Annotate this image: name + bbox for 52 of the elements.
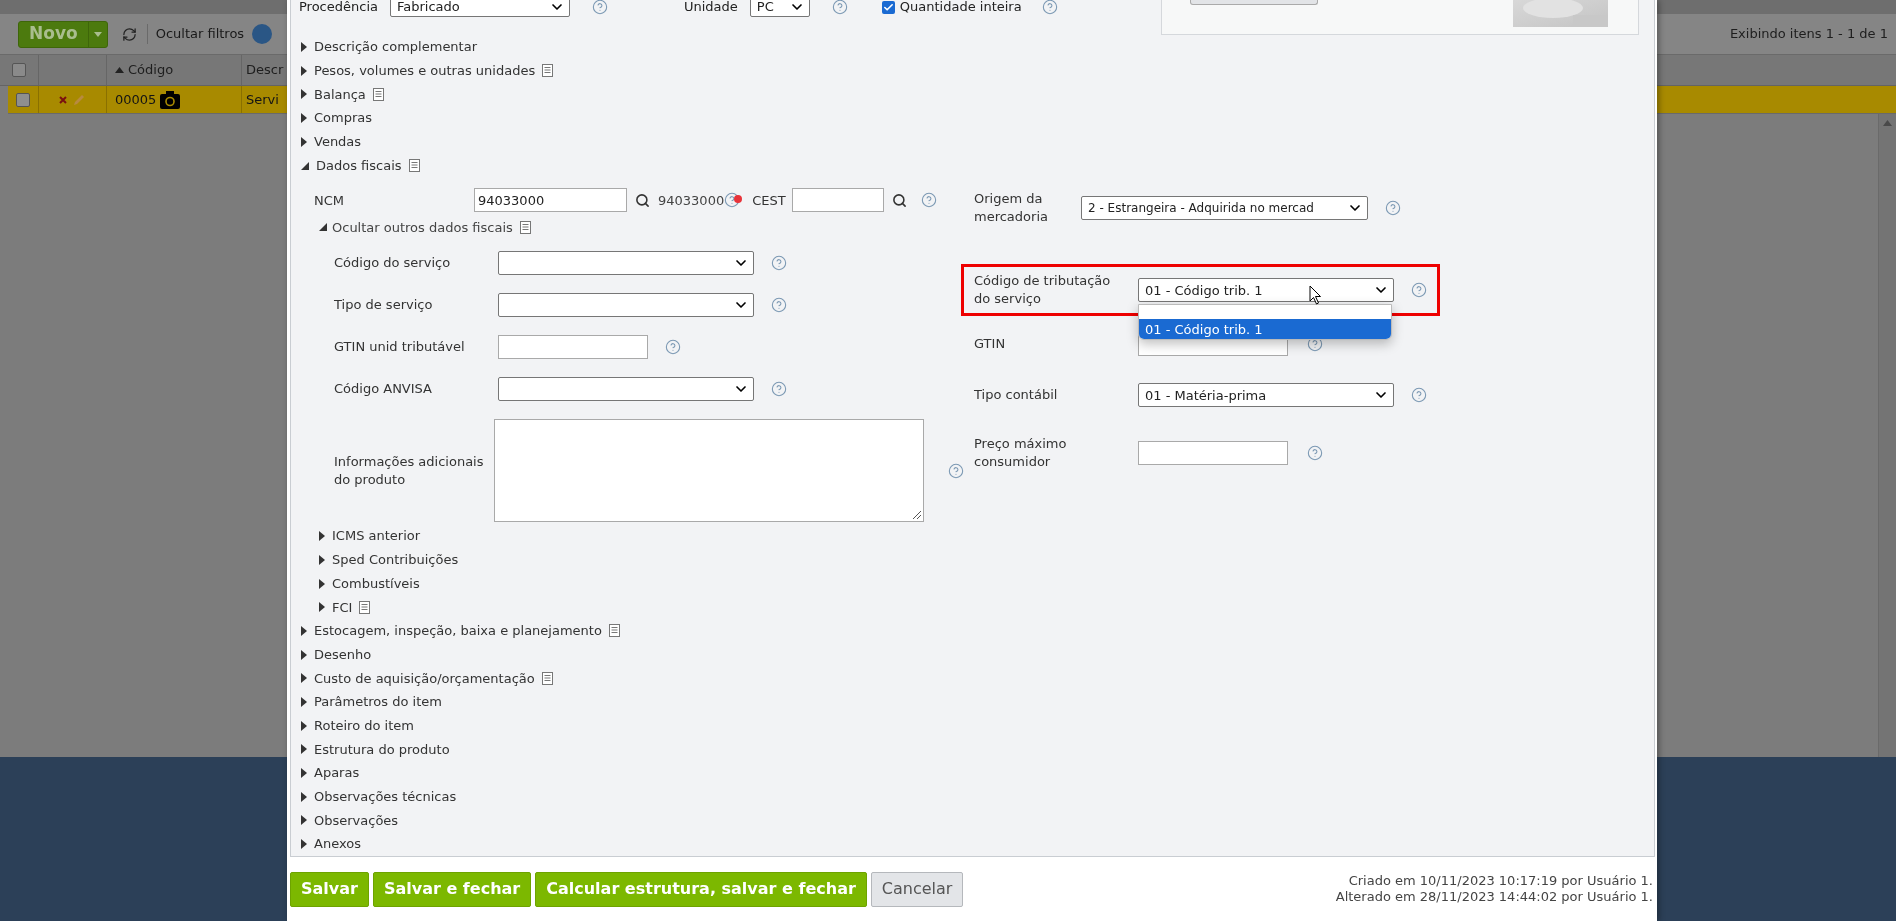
section-toggle[interactable]: Combustíveis [332, 573, 420, 594]
field-label: NCM [314, 191, 346, 210]
field-label: Origem da mercadoria [974, 190, 1049, 227]
section-toggle[interactable]: Desenho [314, 644, 372, 665]
dropdown[interactable]: 01 - Matéria-prima [1138, 383, 1394, 408]
section-toggle[interactable]: Parâmetros do item [314, 692, 442, 712]
field-label: Tipo contábil [974, 386, 1059, 405]
input-field[interactable]: 94033000 [474, 188, 627, 213]
field-label: Procedência [299, 0, 378, 17]
checkbox-label: Quantidade inteira [899, 0, 1022, 17]
section-toggle[interactable]: Ocultar outros dados fiscais [332, 217, 513, 238]
field-label: GTIN unid tributável [334, 338, 466, 357]
section-toggle[interactable]: Roteiro do item [314, 715, 414, 736]
audit-text: Alterado em 28/11/2023 14:44:02 por Usuário 1. [1335, 889, 1653, 905]
field-label: CEST [752, 191, 786, 210]
dropdown-option[interactable]: 01 - Código trib. 1 [1139, 319, 1391, 340]
dropdown[interactable]: Fabricado [390, 0, 570, 17]
section-toggle[interactable]: Observações [314, 810, 399, 831]
section-toggle[interactable]: Custo de aquisição/orçamentação [314, 668, 535, 689]
section-toggle[interactable]: Estocagem, inspeção, baixa e planejamento [314, 621, 602, 641]
hide-filters-button[interactable]: Ocultar filtros [146, 24, 245, 44]
section-toggle[interactable]: ICMS anterior [332, 526, 421, 546]
dropdown[interactable]: 2 - Estrangeira - Adquirida no mercad [1081, 196, 1368, 221]
section-toggle[interactable]: Compras [314, 108, 373, 128]
section-toggle[interactable]: Aparas [314, 763, 360, 783]
field-label: Tipo de serviço [334, 296, 434, 315]
audit-text: Criado em 10/11/2023 10:17:19 por Usuário 1. [1348, 873, 1653, 889]
field-label: Código do serviço [334, 254, 452, 273]
field-label: Código de tributação do serviço [974, 272, 1112, 309]
table-cell-text: 00005 [115, 90, 157, 109]
pager-text: Exibindo itens 1 - 1 de 1 [1729, 25, 1888, 44]
column-header[interactable]: Código [106, 55, 241, 85]
section-toggle[interactable]: Pesos, volumes e outras unidades [314, 61, 536, 81]
section-toggle[interactable]: Balança [314, 84, 366, 105]
footer-button[interactable]: Cancelar [870, 871, 964, 907]
field-label: Informações adicionais do produto [334, 452, 485, 489]
dropdown[interactable]: 01 - Código trib. 1 [1138, 278, 1394, 303]
dropdown[interactable]: PC [749, 0, 810, 17]
field-label: Unidade [684, 0, 738, 17]
field-label: Preço máximo consumidor [974, 435, 1068, 472]
section-toggle[interactable]: Sped Contribuições [332, 550, 459, 570]
field-label: Código ANVISA [334, 380, 433, 399]
section-toggle[interactable]: Estrutura do produto [314, 739, 450, 760]
section-toggle[interactable]: FCI [332, 597, 353, 618]
table-cell: Servi [241, 86, 279, 113]
ncm-code: 94033000 [658, 191, 725, 210]
section-toggle[interactable]: Descrição complementar [314, 37, 478, 57]
section-toggle[interactable]: Dados fiscais [316, 155, 402, 176]
section-toggle[interactable]: Vendas [314, 132, 362, 152]
field-label: GTIN [974, 335, 1007, 354]
section-toggle[interactable]: Anexos [314, 834, 361, 854]
section-toggle[interactable]: Observações técnicas [314, 787, 457, 807]
